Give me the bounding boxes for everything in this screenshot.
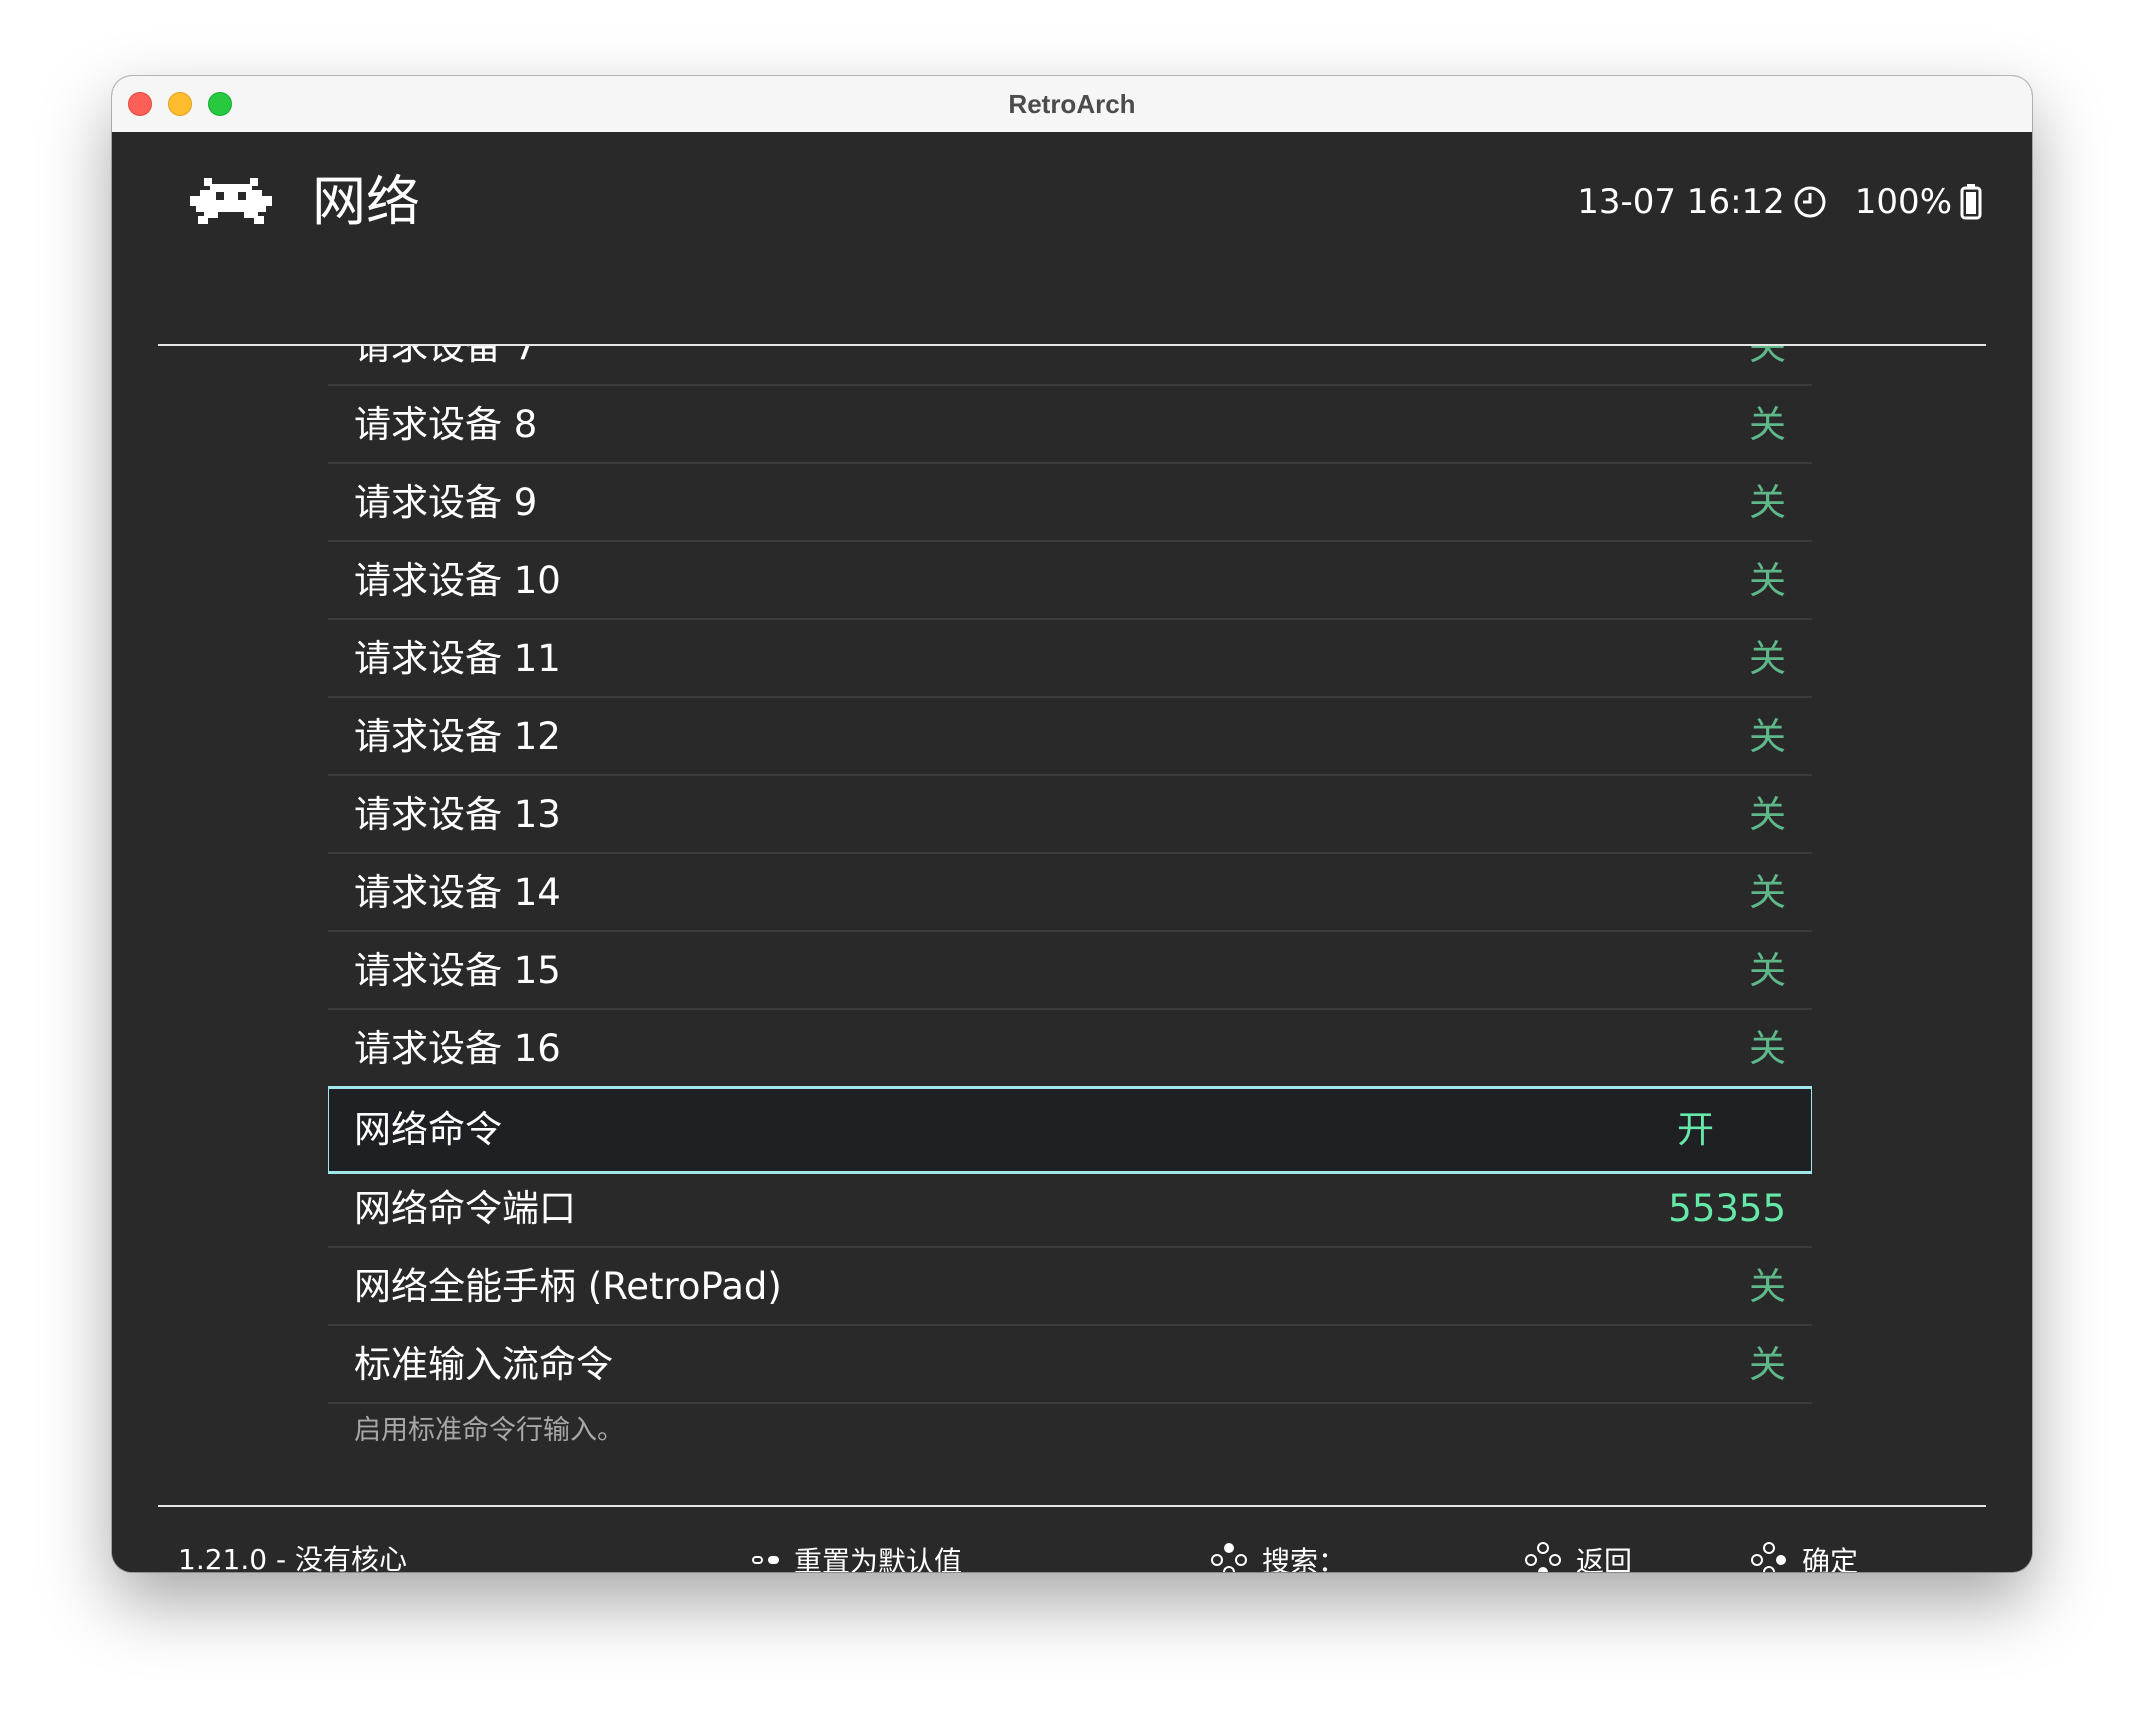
menu-item-label: 请求设备 10 [354, 559, 561, 602]
menu-item-value: 关 [1749, 1027, 1786, 1070]
menu-item-label: 网络命令端口 [354, 1187, 576, 1230]
search-button[interactable]: 搜索： [1210, 1520, 1346, 1572]
menu-item[interactable]: 网络全能手柄 (RetroPad) 关 [328, 1248, 1812, 1326]
menu-item-label: 网络命令 [354, 1108, 502, 1151]
battery-level: 100% [1854, 182, 1952, 222]
gamepad-search-icon [1211, 1543, 1247, 1572]
menu-item-value: 关 [1749, 346, 1786, 368]
menu-item-label: 请求设备 13 [354, 793, 561, 836]
menu-item-value: 关 [1749, 949, 1786, 992]
menu-item-value: 关 [1749, 715, 1786, 758]
menu-item-label: 请求设备 15 [354, 949, 561, 992]
menu-item-label: 请求设备 9 [354, 481, 538, 524]
battery-full-icon [1960, 184, 1982, 220]
footer-divider [158, 1505, 1986, 1507]
menu-item[interactable]: 请求设备 11 关 [328, 620, 1812, 698]
ok-label: 确定 [1802, 1545, 1859, 1572]
menu-item-value: 关 [1749, 1265, 1786, 1308]
gamepad-ok-icon [1751, 1542, 1786, 1572]
menu-item[interactable]: 请求设备 12 关 [328, 698, 1812, 776]
menu-item[interactable]: 请求设备 10 关 [328, 542, 1812, 620]
menu-item-value: 关 [1749, 559, 1786, 602]
menu-item[interactable]: 请求设备 14 关 [328, 854, 1812, 932]
menu-item[interactable]: 标准输入流命令 关 [328, 1326, 1812, 1404]
reset-default-button[interactable]: 重置为默认值 [752, 1520, 962, 1572]
back-label: 返回 [1576, 1545, 1633, 1572]
menu-item-label: 请求设备 11 [354, 637, 561, 680]
search-label: 搜索： [1262, 1545, 1347, 1572]
title-bar[interactable]: RetroArch [112, 76, 2032, 133]
menu-item-selected[interactable]: 网络命令 开 [328, 1086, 1812, 1174]
menu-item-value: 关 [1749, 637, 1786, 680]
menu-item-value: 关 [1749, 871, 1786, 914]
retroarch-logo-icon [190, 178, 272, 224]
reset-default-label: 重置为默认值 [794, 1545, 963, 1572]
menu-item-value: 关 [1749, 1343, 1786, 1386]
menu-item[interactable]: 请求设备 13 关 [328, 776, 1812, 854]
menu-item[interactable]: 请求设备 16 关 [328, 1010, 1812, 1088]
retroarch-window: RetroArch 网络 13-07 16:12 100% 请求设备 7 关 请… [112, 76, 2032, 1572]
menu-item-value: 关 [1749, 793, 1786, 836]
menu-item-value: 55355 [1668, 1187, 1786, 1230]
item-description: 启用标准命令行输入。 [354, 1415, 624, 1446]
datetime: 13-07 16:12 [1577, 182, 1785, 222]
menu-item-value: 关 [1749, 481, 1786, 524]
menu-content: 网络 13-07 16:12 100% 请求设备 7 关请求设备 8 关请求设备 9… [112, 132, 2032, 1572]
settings-list[interactable]: 请求设备 7 关请求设备 8 关请求设备 9 关请求设备 10 关请求设备 11 关请求设… [328, 346, 1812, 1486]
menu-item[interactable]: 请求设备 8 关 [328, 386, 1812, 464]
menu-item-label: 请求设备 8 [354, 403, 538, 446]
version-label: 1.21.0 - 没有核心 [178, 1543, 407, 1572]
menu-item-value: 开 [1677, 1108, 1714, 1151]
window-title: RetroArch [1008, 89, 1136, 119]
menu-item[interactable]: 请求设备 7 关 [328, 346, 1812, 386]
menu-item-value: 关 [1749, 403, 1786, 446]
gamepad-back-icon [1525, 1542, 1561, 1572]
menu-item-label: 请求设备 14 [354, 871, 561, 914]
select-button-icon [752, 1556, 779, 1564]
menu-item-label: 请求设备 16 [354, 1027, 561, 1070]
page-title: 网络 [312, 170, 420, 233]
clock-icon [1794, 186, 1826, 218]
menu-item-label: 请求设备 12 [354, 715, 561, 758]
status-area: 13-07 16:12 100% [1577, 176, 1982, 228]
menu-item[interactable]: 网络命令端口 55355 [328, 1170, 1812, 1248]
menu-item[interactable]: 请求设备 9 关 [328, 464, 1812, 542]
menu-item-label: 网络全能手柄 (RetroPad) [354, 1265, 782, 1308]
back-button[interactable]: 返回 [1524, 1520, 1632, 1572]
ok-button[interactable]: 确定 [1750, 1520, 1858, 1572]
row-separator [328, 1402, 1812, 1404]
menu-item-label: 标准输入流命令 [354, 1343, 613, 1386]
menu-item[interactable]: 请求设备 15 关 [328, 932, 1812, 1010]
footer-bar: 1.21.0 - 没有核心 重置为默认值 搜索： 返回 确定 [112, 1520, 2032, 1572]
menu-item-label: 请求设备 7 [354, 346, 538, 368]
